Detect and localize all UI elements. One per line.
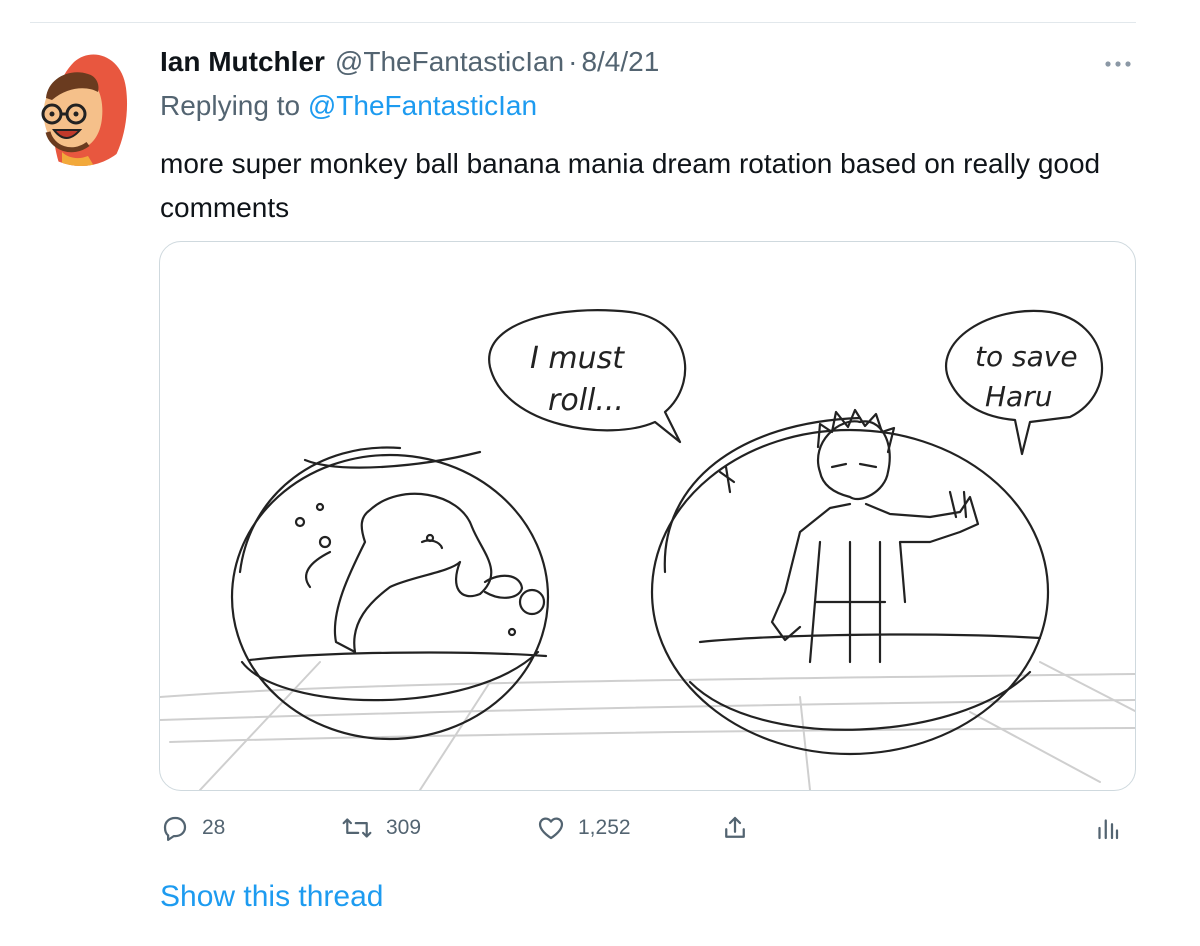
like-count: 1,252 [578, 816, 631, 839]
speech-right-line-1: to save [975, 340, 1078, 373]
replying-to: Replying to @TheFantasticIan [160, 90, 537, 122]
replying-prefix: Replying to [160, 90, 308, 121]
speech-right-line-2: Haru [985, 380, 1052, 413]
retweet-icon [340, 813, 374, 843]
tweet-date[interactable]: 8/4/21 [581, 46, 659, 78]
speech-left-line-1: I must [530, 341, 625, 376]
tweet-header: Ian Mutchler @TheFantasticIan · 8/4/21 [160, 46, 659, 86]
more-icon[interactable] [1100, 56, 1136, 72]
author-handle[interactable]: @TheFantasticIan [335, 46, 564, 78]
tweet: Ian Mutchler @TheFantasticIan · 8/4/21 R… [0, 0, 1200, 946]
avatar-illustration [22, 48, 140, 166]
avatar[interactable] [22, 48, 140, 166]
analytics-button[interactable] [1094, 808, 1120, 848]
tweet-media[interactable]: I must roll... to save Haru [159, 241, 1136, 791]
retweet-button[interactable]: 309 [340, 808, 421, 848]
share-icon [720, 813, 750, 843]
sketch-illustration: I must roll... to save Haru [160, 309, 1135, 790]
like-button[interactable]: 1,252 [536, 808, 631, 848]
author-name[interactable]: Ian Mutchler [160, 46, 325, 78]
reply-count: 28 [202, 816, 226, 839]
tweet-text: more super monkey ball banana mania drea… [160, 148, 1101, 223]
like-icon [536, 813, 566, 843]
speech-left-line-2: roll... [548, 383, 624, 418]
share-button[interactable] [720, 808, 750, 848]
replying-to-handle[interactable]: @TheFantasticIan [308, 90, 537, 121]
show-thread-link[interactable]: Show this thread [160, 880, 383, 914]
reply-button[interactable]: 28 [160, 808, 225, 848]
retweet-count: 309 [386, 816, 422, 839]
analytics-icon [1094, 813, 1120, 843]
separator-dot: · [568, 46, 578, 77]
reply-icon [160, 813, 190, 843]
action-bar: 28 309 1,252 [160, 808, 1136, 848]
